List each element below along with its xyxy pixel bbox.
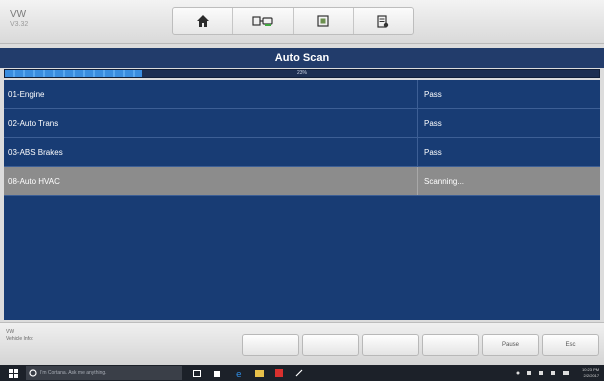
pause-button[interactable]: Pause [482, 334, 539, 356]
main-toolbar [172, 7, 414, 35]
tool-icon [295, 369, 303, 377]
start-button[interactable] [4, 365, 22, 381]
function-button-1[interactable] [242, 334, 299, 356]
function-button-2[interactable] [302, 334, 359, 356]
clock-date: 2/2/2017 [583, 373, 600, 378]
top-bar: VW V3.32 [0, 0, 604, 44]
scan-progress-label: 23% [296, 70, 307, 76]
file-explorer-button[interactable] [252, 365, 266, 381]
edge-browser-button[interactable]: e [232, 365, 246, 381]
svg-text:e: e [236, 370, 242, 378]
function-button-3[interactable] [362, 334, 419, 356]
software-version: V3.32 [10, 21, 29, 28]
vehicle-connect-button[interactable] [233, 8, 294, 34]
system-status: Pass [417, 80, 600, 108]
list-item-selected[interactable]: 08-Auto HVAC Scanning... [4, 167, 600, 196]
function-button-4[interactable] [422, 334, 479, 356]
folder-icon [254, 370, 264, 377]
system-status: Scanning... [417, 167, 600, 195]
vehicle-info: VW Vehicle Info: [6, 329, 33, 343]
system-name: 08-Auto HVAC [8, 177, 60, 186]
system-status: Pass [417, 138, 600, 166]
store-button[interactable] [210, 365, 224, 381]
bottom-bar: VW Vehicle Info: Pause Esc [0, 322, 604, 365]
task-view-icon [193, 369, 201, 377]
store-icon [214, 371, 220, 377]
cortana-search-box[interactable]: I'm Cortana. Ask me anything. [26, 366, 182, 380]
diagnostic-app-button[interactable] [292, 365, 306, 381]
windows-taskbar: I'm Cortana. Ask me anything. e 10:23 PM… [0, 365, 604, 381]
system-tray-icons [516, 371, 569, 375]
media-app-icon [275, 369, 283, 377]
system-name: 03-ABS Brakes [8, 148, 63, 157]
system-name: 02-Auto Trans [8, 119, 59, 128]
vehicle-info-label: Vehicle Info: [6, 336, 34, 342]
scan-progress-bar: 23% [4, 69, 600, 78]
edge-icon: e [236, 370, 242, 378]
list-item[interactable]: 03-ABS Brakes Pass [4, 138, 600, 167]
data-manager-icon [377, 14, 389, 28]
screenshot-icon [317, 15, 329, 27]
home-icon [196, 15, 209, 27]
home-button[interactable] [173, 8, 234, 34]
taskbar-clock[interactable]: 10:23 PM 2/2/2017 [582, 367, 599, 379]
search-placeholder: I'm Cortana. Ask me anything. [40, 370, 107, 376]
vehicle-make: VW [6, 329, 15, 335]
cortana-icon [29, 369, 37, 377]
system-name: 01-Engine [8, 90, 45, 99]
system-tray[interactable] [512, 365, 578, 381]
media-app-button[interactable] [272, 365, 286, 381]
brand-block: VW V3.32 [10, 9, 28, 30]
data-manager-button[interactable] [354, 8, 413, 34]
esc-button[interactable]: Esc [542, 334, 599, 356]
list-item[interactable]: 02-Auto Trans Pass [4, 109, 600, 138]
list-item[interactable]: 01-Engine Pass [4, 80, 600, 109]
system-status: Pass [417, 109, 600, 137]
windows-logo-icon [8, 368, 18, 378]
page-title: Auto Scan [0, 48, 604, 68]
task-view-button[interactable] [190, 365, 204, 381]
brand-name: VW [10, 9, 27, 20]
screenshot-button[interactable] [294, 8, 354, 34]
vehicle-connect-icon [252, 16, 273, 26]
scan-results-list: 01-Engine Pass 02-Auto Trans Pass 03-ABS… [4, 80, 600, 320]
